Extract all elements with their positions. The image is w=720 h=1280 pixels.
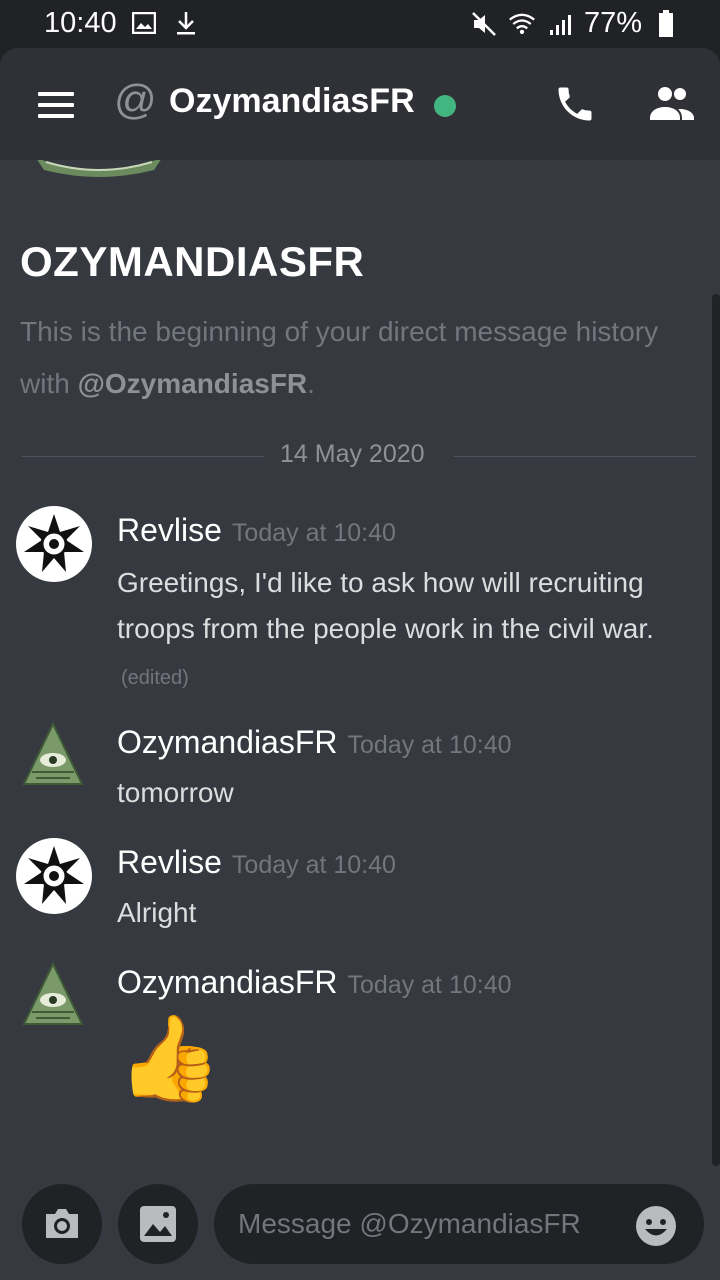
message-author[interactable]: OzymandiasFR Today at 10:40 [117,724,512,761]
welcome-title: OZYMANDIASFR [20,238,365,285]
menu-icon[interactable] [38,92,74,118]
status-bar: 10:40 77% [0,0,720,48]
welcome-text: This is the beginning of your direct mes… [20,316,659,399]
message-content: Greetings, I'd like to ask how will recr… [117,567,654,689]
pyramid-eye-avatar[interactable] [22,961,84,1028]
at-icon: @ [114,76,157,123]
welcome-mention[interactable]: @OzymandiasFR [78,368,308,399]
emblem-avatar[interactable] [16,838,92,914]
message-timestamp: Today at 10:40 [347,731,512,759]
message-author[interactable]: Revlise Today at 10:40 [117,512,396,549]
pyramid-eye-avatar-peek [37,160,161,177]
message-author[interactable]: OzymandiasFR Today at 10:40 [117,964,512,1001]
online-status-dot [434,95,456,117]
divider-date: 14 May 2020 [280,440,425,468]
message-author[interactable]: Revlise Today at 10:40 [117,844,396,881]
signal-icon [546,10,574,38]
header: @ OzymandiasFR [0,48,720,160]
message-input[interactable] [214,1184,704,1264]
edited-label: (edited) [121,667,189,689]
message-timestamp: Today at 10:40 [231,851,396,879]
message-timestamp: Today at 10:40 [231,519,396,547]
emblem-avatar[interactable] [16,506,92,582]
image-icon [130,9,158,37]
thumbs-up-emoji: 👍 [117,1011,222,1105]
members-icon[interactable] [648,84,696,128]
pyramid-eye-avatar[interactable] [22,721,84,788]
status-time: 10:40 [44,7,117,39]
mute-icon [470,10,498,38]
battery-icon [652,9,680,38]
message-content: tomorrow [117,777,234,808]
emoji-icon[interactable] [634,1204,678,1248]
message-timestamp: Today at 10:40 [347,971,512,999]
gallery-icon[interactable] [118,1184,198,1264]
download-icon [172,9,200,37]
camera-icon[interactable] [22,1184,102,1264]
call-icon[interactable] [553,82,597,126]
channel-name[interactable]: OzymandiasFR [169,82,415,121]
date-divider: 14 May 2020 [22,440,696,474]
composer [0,1166,720,1280]
message-content: Alright [117,897,197,928]
wifi-icon [508,10,536,38]
battery-percent: 77% [583,7,642,39]
scrollbar[interactable] [712,294,720,1166]
